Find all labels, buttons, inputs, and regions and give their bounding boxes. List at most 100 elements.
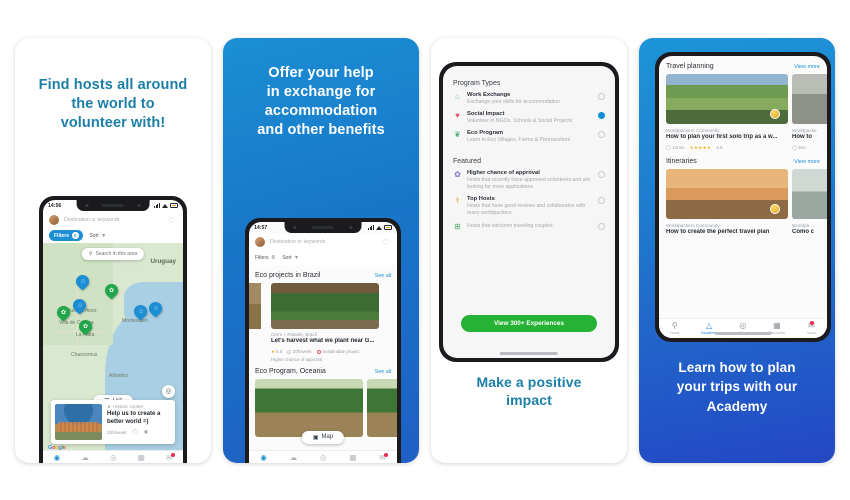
- listing-card[interactable]: ★ Historic Center Help us to create a be…: [51, 399, 175, 444]
- badge-icon: [770, 203, 780, 214]
- search-input[interactable]: Destination or keywords: [270, 239, 377, 245]
- sort-button[interactable]: Sort ▼: [90, 233, 107, 239]
- option-name: Social Impact: [467, 110, 505, 117]
- avatar[interactable]: [49, 215, 59, 225]
- card-row: a swa... Cerro + Rolante, Brazil Let's h…: [249, 279, 397, 362]
- section-header-itineraries: Itineraries View more: [659, 158, 827, 165]
- phone-screen-feed: 14:57 Destination or keywords ♡ Filters: [249, 221, 397, 463]
- sparkle-icon: ✿: [454, 169, 461, 179]
- option-name: Top Hosts: [467, 195, 495, 202]
- favorites-heart-icon[interactable]: ♡: [382, 238, 391, 247]
- avatar[interactable]: [255, 237, 265, 247]
- article-card-partial[interactable]: Worldpacke How to ◯ 6mi: [792, 73, 827, 151]
- notification-dot: [170, 452, 175, 457]
- panel-4-headline: Learn how to plan your trips with our Ac…: [676, 359, 798, 414]
- card-meta: ◯ 12min ★★★★★ 4.9: [666, 145, 788, 151]
- card-meta: ◯ 6mi: [792, 145, 827, 151]
- article-card[interactable]: Worldpackers Community How to plan your …: [666, 73, 788, 151]
- recenter-location-button[interactable]: ◎: [162, 384, 175, 398]
- feed-card[interactable]: [255, 379, 363, 437]
- tab-search-icon[interactable]: ◉: [260, 454, 267, 462]
- listing-badge-icon-1: ◯: [132, 429, 138, 434]
- radio-couples[interactable]: [598, 222, 605, 230]
- group-title-featured: Featured: [453, 157, 482, 165]
- radio-higher-chance[interactable]: [598, 170, 605, 178]
- option-work-exchange[interactable]: ⌂ Work Exchange Exchange your skills for…: [443, 87, 615, 106]
- screenshot-gallery: Find hosts all around the world to volun…: [0, 0, 850, 500]
- group-title-program-types: Program Types: [453, 79, 501, 87]
- view-more-link[interactable]: View more: [794, 64, 820, 70]
- radio-social-impact[interactable]: [598, 111, 605, 119]
- filters-count: 0: [72, 232, 79, 239]
- sort-button[interactable]: Sort ▼: [282, 255, 299, 261]
- filters-button[interactable]: Filters 0: [49, 230, 83, 241]
- radio-work-exchange[interactable]: [598, 92, 605, 100]
- status-time: 14:56: [48, 202, 62, 209]
- bottom-tab-bar: ⚲ Hosts △ Academy ◎ Trips ▦ Discounts: [659, 317, 827, 338]
- phone-mockup-map: 14:56 Destination or keywords ♡ Filters: [39, 195, 187, 463]
- tab-compass-icon[interactable]: ◎: [110, 454, 117, 462]
- radio-eco-program[interactable]: [598, 130, 605, 138]
- option-description: Exchange your skills for accommodation: [467, 98, 560, 105]
- tab-compass-icon[interactable]: ◎: [320, 454, 327, 462]
- section-header-travel-planning: Travel planning View more: [659, 63, 827, 70]
- tab-chat-icon[interactable]: ☁: [290, 454, 298, 462]
- tab-gift-icon[interactable]: ▦: [138, 454, 145, 462]
- tab-inbox[interactable]: ✉ Inbox: [807, 320, 816, 335]
- card-stars: ★★★★★: [689, 144, 712, 150]
- search-bar[interactable]: Destination or keywords ♡: [249, 233, 397, 251]
- card-rating: 4.9: [716, 145, 723, 150]
- tab-inbox-icon[interactable]: ✉: [379, 452, 389, 462]
- radio-top-hosts[interactable]: [598, 196, 605, 204]
- panel-find-hosts: Find hosts all around the world to volun…: [15, 37, 211, 463]
- sort-icon: ▼: [294, 254, 299, 261]
- search-bar[interactable]: Destination or keywords ♡: [43, 211, 183, 229]
- option-social-impact[interactable]: ♥ Social Impact Volunteer in NGOs, Schoo…: [443, 106, 615, 125]
- panel-2-headline: Offer your help in exchange for accommod…: [257, 64, 385, 138]
- option-top-hosts[interactable]: ⚕ Top Hosts Hosts that have good reviews…: [443, 191, 615, 217]
- sort-label: Sort: [282, 254, 292, 261]
- option-eco-program[interactable]: ❦ Eco Program Learn in Eco Villages, Far…: [443, 125, 615, 144]
- search-this-area-button[interactable]: ⚲ Search in this area: [81, 247, 145, 260]
- panel-offer-help: Offer your help in exchange for accommod…: [223, 37, 419, 463]
- medal-icon: ⚕: [455, 195, 460, 205]
- view-experiences-button[interactable]: View 300+ Experiences: [461, 314, 597, 332]
- map-view-button[interactable]: ▣ Map: [301, 430, 345, 444]
- section-title: Travel planning: [666, 62, 714, 70]
- filter-row: Filters 0 Sort ▼: [43, 228, 183, 243]
- card-thumbnail: [666, 73, 788, 124]
- category-icon: ★: [107, 403, 112, 409]
- filters-button[interactable]: Filters ≣: [255, 255, 275, 261]
- feed-card[interactable]: Cerro + Rolante, Brazil Let's harvest wh…: [271, 282, 379, 362]
- map-icon: ▣: [312, 434, 319, 441]
- option-description: Hosts that welcome traveling couples: [467, 222, 553, 229]
- view-more-link[interactable]: View more: [794, 159, 820, 165]
- see-all-link[interactable]: See all: [375, 369, 391, 375]
- tab-inbox-icon[interactable]: ✉: [166, 452, 175, 462]
- tab-search-icon[interactable]: ◉: [54, 454, 61, 462]
- tab-gift-icon[interactable]: ▦: [349, 454, 356, 462]
- search-area-label: Search in this area: [95, 250, 138, 257]
- section-title: Eco projects in Brazil: [255, 271, 321, 279]
- option-higher-chance[interactable]: ✿ Higher chance of approval Hosts that r…: [443, 165, 615, 191]
- listing-hours: 25h/week: [107, 429, 127, 435]
- option-name: Higher chance of approval: [467, 169, 540, 176]
- section-title: Itineraries: [666, 157, 697, 165]
- option-couples[interactable]: ⊞ Hosts that welcome traveling couples: [443, 217, 615, 231]
- listing-category: ★ Historic Center: [107, 403, 144, 410]
- tab-hosts[interactable]: ⚲ Hosts: [670, 321, 680, 335]
- option-description: Hosts that have good reviews and collabo…: [467, 202, 586, 216]
- feed-card-partial[interactable]: [367, 379, 397, 437]
- feed-card-partial[interactable]: a swa...: [249, 282, 261, 337]
- favorites-heart-icon[interactable]: ♡: [168, 216, 177, 225]
- card-thumbnail: [666, 168, 788, 219]
- battery-icon: [170, 203, 178, 208]
- tab-chat-icon[interactable]: ☁: [81, 454, 89, 462]
- search-input[interactable]: Destination or keywords: [64, 217, 163, 223]
- article-card-partial[interactable]: Worldpa Cómo c: [792, 168, 827, 237]
- card-duration: ◯ 12min: [666, 144, 685, 150]
- article-card[interactable]: Worldpackers Community How to create the…: [666, 168, 788, 237]
- phone-screen-filters: Program Types ⌂ Work Exchange Exchange y…: [443, 65, 615, 358]
- option-name: Work Exchange: [467, 91, 511, 98]
- map-canvas[interactable]: ⚲ Search in this area Uruguay Buenos Air…: [43, 241, 183, 463]
